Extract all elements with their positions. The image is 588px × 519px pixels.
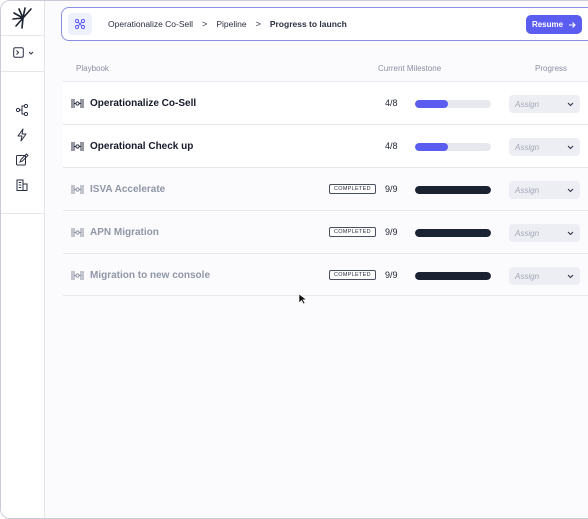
workflow-icon[interactable]: [15, 103, 29, 117]
progress-fill: [415, 100, 448, 108]
playbook-title[interactable]: APN Migration: [90, 227, 159, 238]
panel-icon: [13, 47, 24, 58]
resume-button[interactable]: Resume: [526, 15, 582, 34]
mouse-cursor-icon: [298, 293, 308, 305]
milestone-count: 9/9: [385, 270, 398, 280]
assign-placeholder: Assign: [515, 99, 540, 109]
breadcrumb-item[interactable]: Operationalize Co-Sell: [108, 19, 193, 29]
assign-dropdown[interactable]: Assign: [509, 95, 580, 113]
playbook-icon: [71, 185, 84, 194]
breadcrumb-separator: >: [202, 19, 208, 29]
playbook-title[interactable]: Operationalize Co-Sell: [90, 98, 196, 109]
completed-badge: COMPLETED: [329, 270, 376, 280]
assign-dropdown[interactable]: Assign: [509, 267, 580, 285]
table-row[interactable]: ISVA Accelerate COMPLETED 9/9 Assign: [63, 167, 588, 210]
table-row[interactable]: APN Migration COMPLETED 9/9 Assign: [63, 210, 588, 253]
milestone-progress-bar: [415, 100, 491, 108]
playbook-icon: [71, 99, 84, 108]
assign-placeholder: Assign: [515, 185, 540, 195]
sidebar-divider: [1, 213, 44, 214]
breadcrumb-separator: >: [255, 19, 261, 29]
playbook-icon: [71, 271, 84, 280]
milestone-count: 4/8: [385, 141, 398, 151]
panel-toggle-button[interactable]: [13, 47, 34, 58]
building-icon[interactable]: [15, 178, 29, 192]
playbook-title[interactable]: Operational Check up: [90, 141, 193, 152]
breadcrumb: Operationalize Co-Sell > Pipeline > Prog…: [108, 19, 347, 29]
breadcrumb-current: Progress to launch: [269, 19, 347, 29]
edit-icon[interactable]: [15, 153, 29, 167]
arrow-right-icon: [569, 21, 576, 28]
chevron-down-icon: [567, 145, 574, 149]
chevron-down-icon: [567, 274, 574, 278]
sidebar: [1, 1, 45, 518]
milestone-progress-bar: [415, 143, 491, 151]
progress-fill: [415, 143, 448, 151]
progress-fill: [415, 229, 491, 237]
resume-label: Resume: [531, 20, 564, 29]
playbook-icon: [71, 142, 84, 151]
chevron-down-icon: [28, 51, 34, 55]
column-header-playbook: Playbook: [76, 64, 109, 73]
app-window: Operationalize Co-Sell > Pipeline > Prog…: [0, 0, 588, 519]
table-row[interactable]: Operational Check up 4/8 Assign: [63, 124, 588, 167]
completed-badge: COMPLETED: [329, 227, 376, 237]
table-row[interactable]: Operationalize Co-Sell 4/8 Assign: [63, 81, 588, 124]
logo-icon[interactable]: [11, 7, 33, 29]
sidebar-divider: [1, 35, 44, 36]
assign-placeholder: Assign: [515, 142, 540, 152]
chevron-down-icon: [567, 188, 574, 192]
column-header-milestone: Current Milestone: [378, 64, 442, 73]
assign-placeholder: Assign: [515, 271, 540, 281]
milestone-count: 9/9: [385, 227, 398, 237]
assign-dropdown[interactable]: Assign: [509, 138, 580, 156]
header-bar: Operationalize Co-Sell > Pipeline > Prog…: [61, 7, 588, 41]
table-row[interactable]: Migration to new console COMPLETED 9/9 A…: [63, 253, 588, 296]
assign-dropdown[interactable]: Assign: [509, 181, 580, 199]
progress-fill: [415, 186, 491, 194]
milestone-progress-bar: [415, 186, 491, 194]
playbook-title[interactable]: Migration to new console: [90, 270, 210, 281]
progress-fill: [415, 272, 491, 280]
playbook-table: Operationalize Co-Sell 4/8 Assign Operat…: [63, 81, 588, 296]
completed-badge: COMPLETED: [329, 184, 376, 194]
column-header-progress: Progress: [535, 64, 568, 73]
lightning-icon[interactable]: [15, 128, 29, 142]
milestone-progress-bar: [415, 272, 491, 280]
cosell-icon: [68, 13, 92, 35]
assign-placeholder: Assign: [515, 228, 540, 238]
chevron-down-icon: [567, 102, 574, 106]
chevron-down-icon: [567, 231, 574, 235]
playbook-title[interactable]: ISVA Accelerate: [90, 184, 165, 195]
milestone-count: 4/8: [385, 98, 398, 108]
breadcrumb-item[interactable]: Pipeline: [216, 19, 246, 29]
milestone-progress-bar: [415, 229, 491, 237]
milestone-count: 9/9: [385, 184, 398, 194]
main-content: Operationalize Co-Sell > Pipeline > Prog…: [45, 1, 588, 518]
playbook-icon: [71, 228, 84, 237]
assign-dropdown[interactable]: Assign: [509, 224, 580, 242]
sidebar-divider: [1, 71, 44, 72]
